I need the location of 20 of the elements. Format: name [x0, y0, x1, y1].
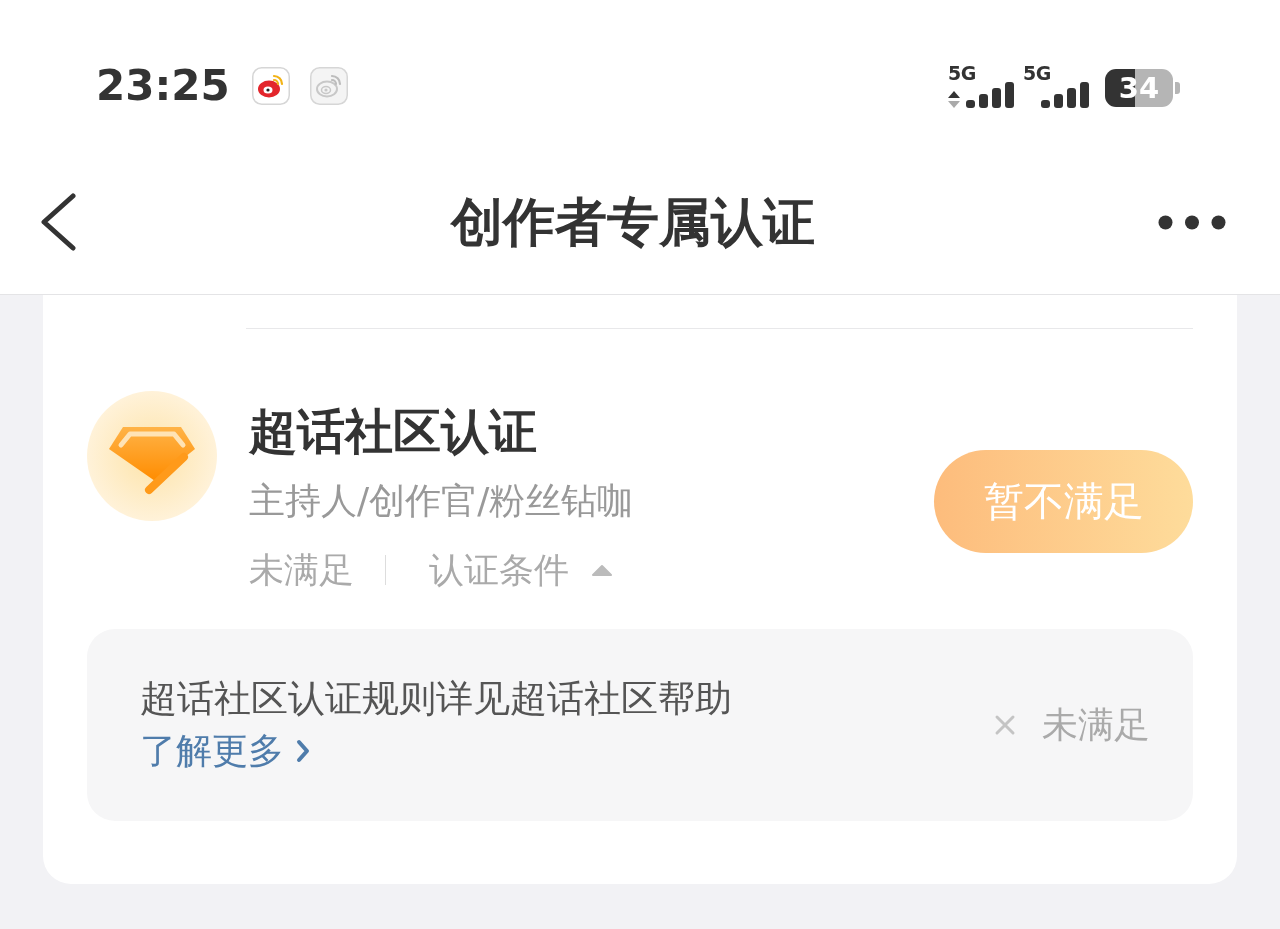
chevron-right-icon: [296, 739, 310, 763]
condition-text: 超话社区认证规则详见超话社区帮助: [140, 676, 732, 722]
network-type-label: 5G: [948, 64, 976, 82]
more-icon: [1158, 214, 1226, 230]
app-tile-icon: [309, 67, 348, 105]
network-type-label: 5G: [1023, 64, 1051, 82]
signal-icon: [1041, 82, 1089, 108]
certification-title: 超话社区认证: [249, 402, 537, 461]
condition-status: 未满足: [1042, 703, 1150, 747]
more-button[interactable]: [1158, 214, 1226, 230]
conditions-toggle[interactable]: 认证条件: [429, 548, 613, 591]
certification-roles: 主持人/创作官/粉丝钻咖: [249, 479, 634, 523]
app-tile-icon: [251, 67, 290, 105]
learn-more-link[interactable]: 了解更多: [140, 725, 310, 777]
signal-icon: [966, 82, 1014, 108]
clock-time: 23:25: [96, 65, 230, 107]
back-button[interactable]: [40, 193, 76, 251]
back-icon: [40, 193, 76, 251]
certification-status: 未满足: [249, 548, 354, 591]
page-title: 创作者专属认证: [449, 190, 816, 254]
